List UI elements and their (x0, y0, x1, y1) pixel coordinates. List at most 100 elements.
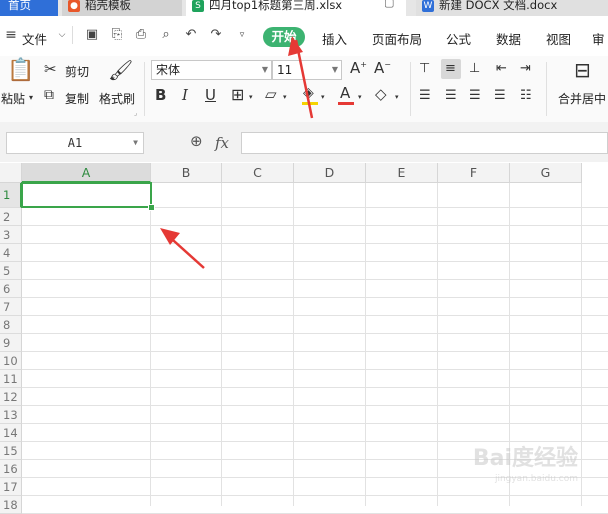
row-header-11[interactable]: 11 (0, 370, 22, 388)
row-header-13[interactable]: 13 (0, 406, 22, 424)
fill-color-dropdown-icon[interactable]: ▾ (321, 94, 325, 101)
export-pdf-icon[interactable]: ⎘ (110, 28, 124, 42)
column-header-g[interactable]: G (510, 163, 582, 183)
select-all-corner[interactable] (0, 163, 22, 183)
zoom-search-icon[interactable]: ⊕ (190, 134, 203, 149)
formula-input[interactable] (241, 132, 608, 154)
paste-button[interactable]: 粘贴 (1, 90, 25, 107)
menu-page-layout[interactable]: 页面布局 (372, 29, 422, 48)
row-header-5[interactable]: 5 (0, 262, 22, 280)
cell-style-icon[interactable]: ▱ (265, 87, 277, 102)
menu-review[interactable]: 审 (592, 29, 605, 48)
increase-font-size-icon[interactable]: A+ (350, 61, 367, 76)
menu-view[interactable]: 视图 (546, 29, 571, 48)
distributed-align-icon[interactable]: ☷ (520, 89, 532, 102)
clipboard-launcher-icon[interactable]: ⌟ (134, 110, 137, 117)
hamburger-menu-icon[interactable]: ≡ (4, 28, 18, 42)
format-painter-button[interactable]: 格式刷 (99, 90, 135, 107)
ribbon-divider (410, 62, 411, 116)
cut-button[interactable]: 剪切 (65, 63, 89, 80)
row-header-15[interactable]: 15 (0, 442, 22, 460)
column-header-d[interactable]: D (294, 163, 366, 183)
column-header-b[interactable]: B (151, 163, 222, 183)
decrease-indent-icon[interactable]: ⇤ (496, 62, 507, 75)
justify-icon[interactable]: ☰ (494, 89, 506, 102)
row-header-10[interactable]: 10 (0, 352, 22, 370)
main-menu-bar: ≡ 文件 ⌵ ▣ ⎘ ⎙ ⌕ ↶ ↷ ▿ 开始 插入 页面布局 公式 数据 视图… (0, 16, 608, 57)
bold-button[interactable]: B (155, 88, 166, 103)
menu-insert[interactable]: 插入 (322, 29, 347, 48)
row-gridline (22, 261, 608, 262)
font-color-dropdown-icon[interactable]: ▾ (358, 94, 362, 101)
underline-button[interactable]: U (205, 88, 216, 103)
align-middle-icon[interactable]: ≡ (445, 62, 456, 75)
borders-icon[interactable]: ⊞ (231, 87, 244, 103)
font-name-select[interactable]: 宋体 ▼ (151, 60, 272, 80)
align-left-icon[interactable]: ☰ (419, 89, 431, 102)
insert-function-fx-button[interactable]: fx (215, 134, 229, 152)
selected-cell-a1[interactable] (21, 182, 152, 208)
tab-docer-templates[interactable]: ● 稻壳模板 (62, 0, 182, 16)
menu-formula[interactable]: 公式 (446, 29, 471, 48)
fill-color-swatch (302, 102, 318, 105)
row-gridline (22, 333, 608, 334)
decrease-font-size-icon[interactable]: A− (374, 61, 391, 76)
print-icon[interactable]: ⎙ (134, 28, 148, 42)
tab-docx-document[interactable]: W 新建 DOCX 文档.docx (416, 0, 608, 16)
row-header-2[interactable]: 2 (0, 208, 22, 226)
ribbon-divider (546, 62, 547, 116)
merge-center-button[interactable]: 合并居中 (558, 90, 606, 107)
menu-start-tab[interactable]: 开始 (263, 27, 305, 47)
name-box[interactable]: A1 ▼ (6, 132, 144, 154)
align-center-icon[interactable]: ☰ (445, 89, 457, 102)
row-header-4[interactable]: 4 (0, 244, 22, 262)
column-header-e[interactable]: E (366, 163, 438, 183)
row-header-12[interactable]: 12 (0, 388, 22, 406)
row-header-6[interactable]: 6 (0, 280, 22, 298)
row-header-18[interactable]: 18 (0, 496, 22, 514)
row-gridline (22, 279, 608, 280)
file-dropdown-chevron-icon[interactable]: ⌵ (55, 28, 69, 42)
redo-icon[interactable]: ↷ (209, 28, 223, 42)
fill-color-bucket-icon[interactable]: ◈ (303, 86, 314, 100)
increase-indent-icon[interactable]: ⇥ (520, 62, 531, 75)
formula-bar: A1 ▼ ⊕ fx (0, 122, 608, 162)
tab-xlsx-document[interactable]: S 四月top1标题第三周.xlsx ▢ (186, 0, 406, 16)
borders-dropdown-icon[interactable]: ▾ (249, 94, 253, 101)
undo-icon[interactable]: ↶ (184, 28, 198, 42)
align-right-icon[interactable]: ☰ (469, 89, 481, 102)
column-header-c[interactable]: C (222, 163, 294, 183)
cell-style-dropdown-icon[interactable]: ▾ (283, 94, 287, 101)
tab-home[interactable]: 首页 (0, 0, 58, 16)
copy-icon: ⧉ (44, 87, 54, 103)
save-icon[interactable]: ▣ (85, 28, 99, 42)
italic-button[interactable]: I (182, 88, 188, 103)
row-gridline (22, 243, 608, 244)
row-header-9[interactable]: 9 (0, 334, 22, 352)
menu-file[interactable]: 文件 (22, 29, 47, 48)
row-header-1[interactable]: 1 (0, 183, 22, 208)
column-header-f[interactable]: F (438, 163, 510, 183)
row-header-7[interactable]: 7 (0, 298, 22, 316)
paste-dropdown-icon[interactable]: ▾ (29, 94, 33, 102)
paste-clipboard-icon[interactable]: 📋 (7, 60, 34, 82)
clear-dropdown-icon[interactable]: ▾ (395, 94, 399, 101)
font-size-select[interactable]: 11 ▼ (272, 60, 342, 80)
print-preview-icon[interactable]: ⌕ (159, 28, 173, 42)
fill-handle[interactable] (148, 204, 155, 211)
row-header-14[interactable]: 14 (0, 424, 22, 442)
baidu-jingyan-watermark: Bai度经验 jingyan.baidu.com (458, 440, 578, 490)
row-header-8[interactable]: 8 (0, 316, 22, 334)
tab-pin-icon[interactable]: ▢ (384, 0, 394, 8)
align-top-icon[interactable]: ⊤ (419, 62, 430, 75)
quick-access-dropdown-icon[interactable]: ▿ (235, 28, 249, 42)
copy-button[interactable]: 复制 (65, 90, 89, 107)
row-header-3[interactable]: 3 (0, 226, 22, 244)
column-header-a[interactable]: A (22, 163, 151, 183)
font-color-icon[interactable]: A (340, 86, 350, 101)
row-header-17[interactable]: 17 (0, 478, 22, 496)
clear-format-eraser-icon[interactable]: ◇ (375, 87, 387, 102)
align-bottom-icon[interactable]: ⊥ (469, 62, 480, 75)
menu-data[interactable]: 数据 (496, 29, 521, 48)
row-header-16[interactable]: 16 (0, 460, 22, 478)
